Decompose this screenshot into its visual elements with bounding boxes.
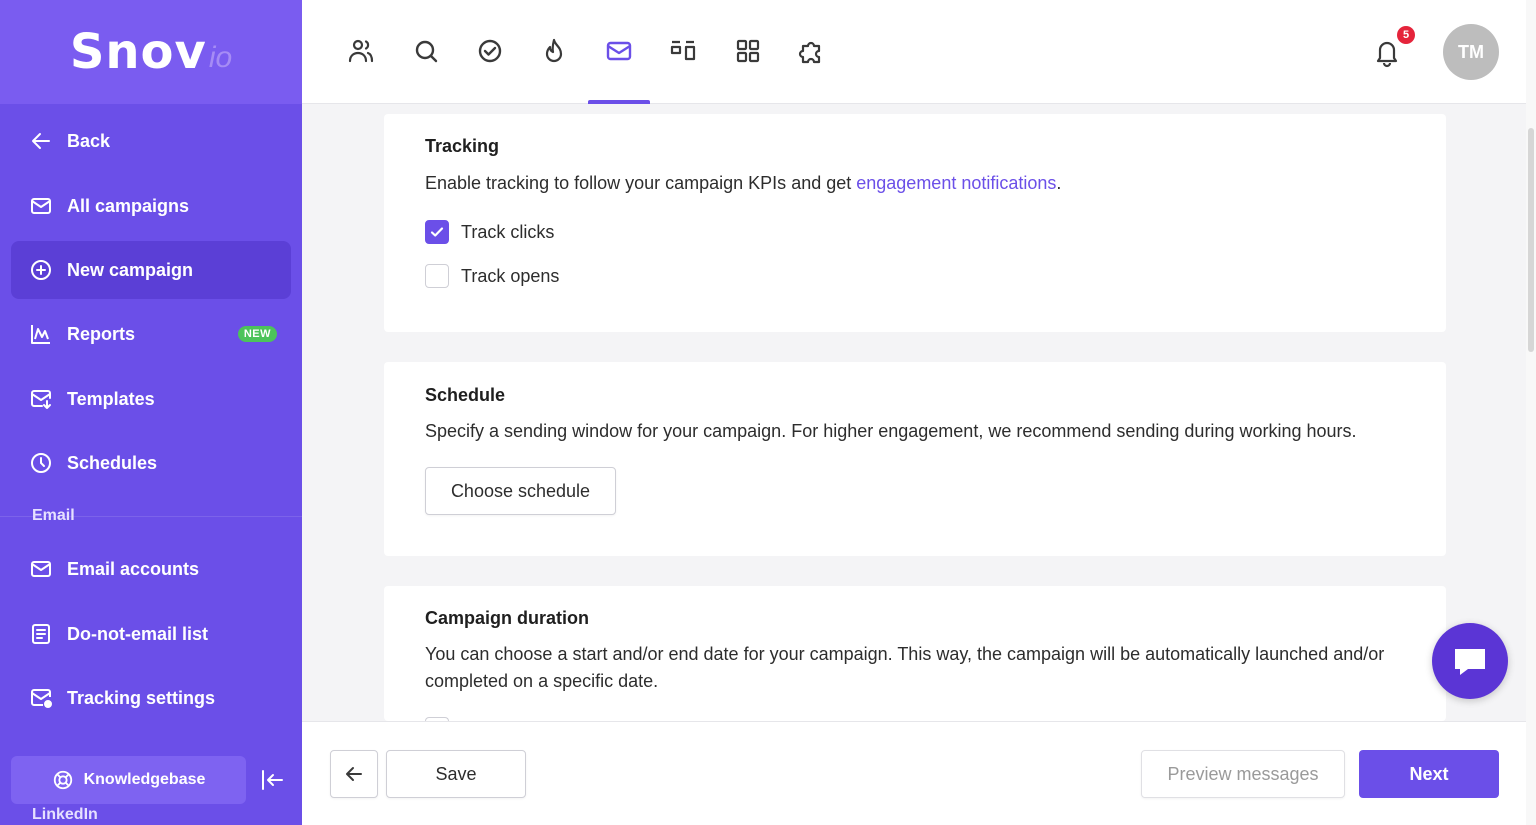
layout-icon[interactable]: [668, 36, 698, 66]
mail-icon: [31, 198, 51, 214]
tracking-description-text: Enable tracking to follow your campaign …: [425, 173, 857, 193]
arrow-left-icon: [346, 767, 362, 781]
mail-tracking-icon: [31, 689, 52, 708]
footer-actions: Save Preview messages Next: [302, 721, 1526, 825]
duration-description-line1: You can choose a start and/or end date f…: [425, 644, 1385, 664]
back-button[interactable]: [330, 750, 378, 798]
sidebar-item-email-accounts[interactable]: Email accounts: [11, 540, 291, 598]
sidebar-item-reports[interactable]: Reports NEW: [11, 305, 291, 363]
sidebar: Snov io Back All campaigns New campaign R…: [0, 0, 302, 825]
campaign-duration-card: Campaign duration You can choose a start…: [384, 586, 1446, 721]
next-button[interactable]: Next: [1359, 750, 1499, 798]
sidebar-item-templates[interactable]: Templates: [11, 370, 291, 428]
flame-icon[interactable]: [539, 36, 569, 66]
tracking-description-end: .: [1056, 173, 1062, 193]
engagement-notifications-link[interactable]: engagement notifications: [856, 173, 1056, 193]
schedule-card: Schedule Specify a sending window for yo…: [384, 362, 1446, 556]
active-tab-indicator: [588, 100, 650, 104]
sidebar-item-label: Tracking settings: [67, 687, 216, 708]
chart-icon: [31, 325, 50, 344]
check-icon: [430, 227, 444, 237]
track-clicks-option[interactable]: Track clicks: [425, 220, 554, 244]
preview-messages-button[interactable]: Preview messages: [1141, 750, 1345, 798]
track-opens-label: Track opens: [461, 265, 560, 286]
sidebar-item-label: Back: [67, 130, 111, 151]
track-clicks-label: Track clicks: [461, 221, 555, 242]
users-icon[interactable]: [346, 36, 376, 66]
chat-icon: [1455, 649, 1485, 675]
notification-count-badge: 5: [1397, 26, 1415, 44]
duration-description-line2: completed on a specific date.: [425, 671, 659, 691]
logo-suffix: io: [208, 41, 233, 74]
schedule-title: Schedule: [425, 385, 506, 405]
mail-icon[interactable]: [604, 36, 634, 66]
sidebar-item-label: Reports: [67, 323, 136, 344]
knowledgebase-label: Knowledgebase: [83, 771, 206, 788]
plus-circle-icon: [31, 260, 51, 280]
section-label-email: Email: [32, 507, 75, 524]
user-avatar[interactable]: TM: [1443, 24, 1499, 80]
sidebar-item-label: Do-not-email list: [67, 623, 209, 644]
duration-title: Campaign duration: [425, 608, 590, 628]
track-opens-option[interactable]: Track opens: [425, 264, 559, 288]
track-clicks-checkbox[interactable]: [425, 220, 449, 244]
new-badge: NEW: [237, 326, 277, 342]
notification-bell-icon[interactable]: [1372, 36, 1402, 68]
puzzle-icon[interactable]: [797, 36, 827, 66]
tracking-title: Tracking: [425, 136, 500, 156]
tracking-description: Enable tracking to follow your campaign …: [425, 170, 1061, 197]
sidebar-item-label: New campaign: [67, 259, 194, 280]
sidebar-item-new-campaign[interactable]: New campaign: [11, 241, 291, 299]
sidebar-item-label: Schedules: [67, 452, 158, 473]
chat-widget-button[interactable]: [1432, 623, 1508, 699]
grid-icon[interactable]: [733, 36, 763, 66]
top-navigation: 5 TM: [302, 0, 1526, 104]
sidebar-item-all-campaigns[interactable]: All campaigns: [11, 177, 291, 235]
logo-main: Snov: [69, 24, 207, 80]
list-doc-icon: [32, 624, 50, 644]
collapse-sidebar-icon[interactable]: [258, 766, 286, 794]
arrow-left-icon: [32, 133, 50, 149]
sidebar-item-label: Templates: [67, 388, 155, 409]
scrollbar-track[interactable]: [1526, 0, 1536, 825]
mail-icon: [31, 561, 51, 577]
sidebar-item-tracking-settings[interactable]: Tracking settings: [11, 669, 291, 727]
section-label-linkedin: LinkedIn: [32, 806, 98, 823]
mail-template-icon: [31, 390, 51, 409]
logo[interactable]: Snov io: [0, 0, 302, 104]
sidebar-item-label: All campaigns: [67, 195, 190, 216]
check-circle-icon[interactable]: [475, 36, 505, 66]
schedule-description: Specify a sending window for your campai…: [425, 421, 1357, 441]
sidebar-item-label: Email accounts: [67, 558, 200, 579]
choose-schedule-button[interactable]: Choose schedule: [425, 467, 616, 515]
scrollbar-thumb[interactable]: [1528, 128, 1534, 352]
save-button[interactable]: Save: [386, 750, 526, 798]
sidebar-item-do-not-email[interactable]: Do-not-email list: [11, 605, 291, 663]
knowledgebase-button[interactable]: Knowledgebase: [11, 756, 246, 804]
tracking-card: Tracking Enable tracking to follow your …: [384, 114, 1446, 332]
sidebar-item-schedules[interactable]: Schedules: [11, 434, 291, 492]
sidebar-item-back[interactable]: Back: [11, 112, 291, 170]
clock-icon: [31, 453, 51, 473]
lifebuoy-icon: [53, 770, 72, 790]
search-icon[interactable]: [411, 36, 441, 66]
track-opens-checkbox[interactable]: [425, 264, 449, 288]
